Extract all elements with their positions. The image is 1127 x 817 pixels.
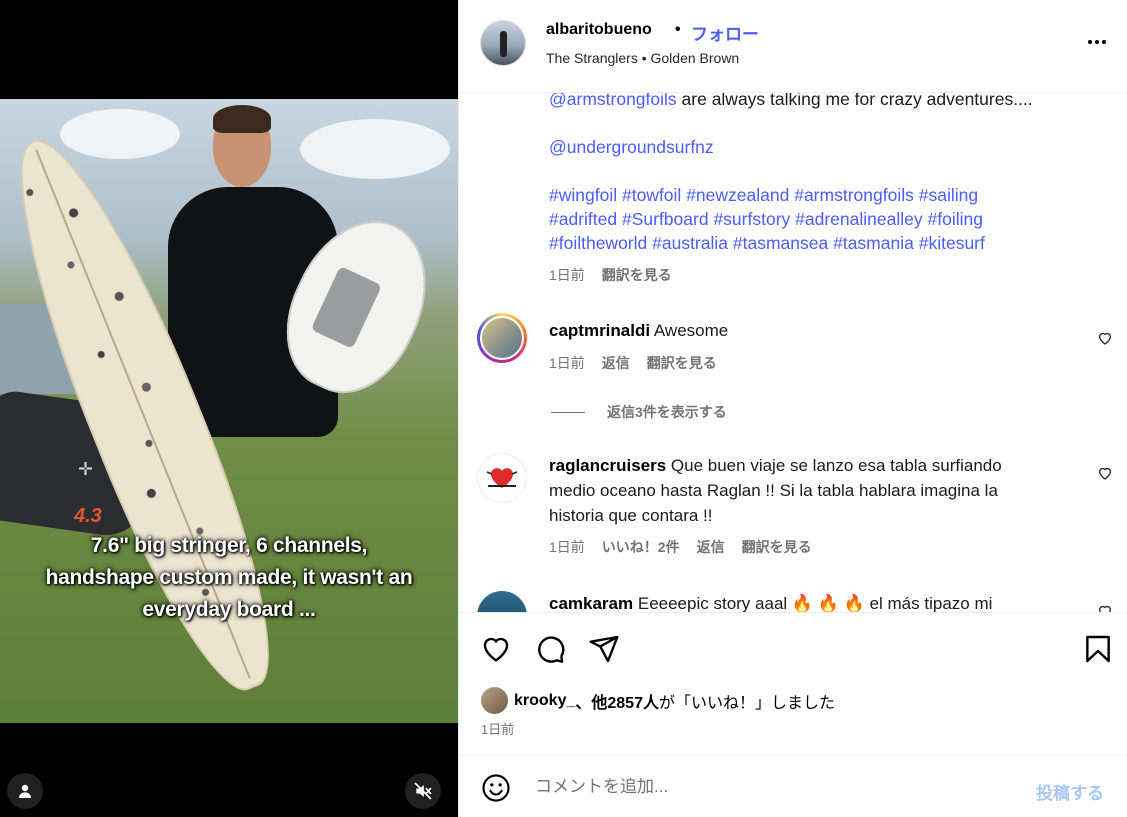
video-caption-line: everyday board ... — [142, 598, 316, 621]
commenter-photo — [480, 316, 524, 360]
comment-username[interactable]: raglancruisers — [549, 456, 666, 475]
person-hair — [213, 105, 271, 133]
deck-pad — [310, 265, 382, 349]
mention-link[interactable]: @undergroundsurfnz — [549, 137, 714, 157]
caption-meta: 1日前 翻訳を見る — [549, 263, 1069, 287]
view-replies-button[interactable]: 返信3件を表示する — [551, 402, 727, 422]
hashtag-link[interactable]: #armstrongfoils — [794, 185, 914, 205]
speaker-muted-icon — [414, 782, 432, 800]
more-dot — [1095, 40, 1099, 44]
commenter-avatar[interactable] — [477, 313, 527, 363]
post-photo[interactable]: ✛ 4.3 — [0, 99, 458, 723]
translate-link[interactable]: 翻訳を見る — [602, 267, 672, 283]
comment-username[interactable]: captmrinaldi — [549, 321, 650, 340]
liker-username[interactable]: krooky_ — [514, 692, 575, 710]
likes-summary[interactable]: krooky_ 、他2857人 が「いいね！」しました — [481, 687, 835, 714]
comment-username[interactable]: camkaram — [549, 594, 633, 612]
translate-link[interactable]: 翻訳を見る — [647, 355, 717, 371]
post-comment-button[interactable]: 投稿する — [1036, 779, 1104, 804]
post-actions: krooky_ 、他2857人 が「いいね！」しました 1日前 — [459, 612, 1127, 755]
hashtag-link[interactable]: #surfstory — [713, 209, 790, 229]
commenter-avatar[interactable] — [477, 453, 527, 503]
video-caption: 7.6" big stringer, 6 channels, handshape… — [20, 530, 438, 626]
caption-text: are always talking me for crazy adventur… — [676, 93, 1033, 109]
audio-track[interactable]: The Stranglers • Golden Brown — [546, 50, 739, 66]
replies-divider — [551, 411, 585, 413]
likes-suffix: が「いいね！」しました — [658, 694, 835, 712]
media-pane: ✛ 4.3 7.6" big stringer, 6 channels, han… — [0, 0, 458, 817]
hashtag-link[interactable]: #adrenalinealley — [795, 209, 922, 229]
more-horizontal-icon — [1088, 40, 1092, 44]
bookmark-icon[interactable] — [1082, 633, 1114, 665]
heart-icon[interactable] — [480, 633, 512, 665]
cloud — [60, 109, 180, 159]
comment-composer: 投稿する — [459, 755, 1127, 817]
cloud — [300, 119, 450, 179]
reply-button[interactable]: 返信 — [697, 539, 725, 555]
comment-likes[interactable]: いいね！2件 — [602, 539, 680, 555]
hashtags: #wingfoil #towfoil #newzealand #armstron… — [549, 183, 1069, 255]
translate-link[interactable]: 翻訳を見る — [742, 539, 812, 555]
hashtag-link[interactable]: #newzealand — [686, 185, 789, 205]
hashtag-link[interactable]: #Surfboard — [622, 209, 709, 229]
tagged-users-button[interactable] — [7, 773, 43, 809]
author-avatar[interactable] — [480, 20, 526, 66]
kite-size-label: 4.3 — [74, 505, 102, 527]
caption-time[interactable]: 1日前 — [549, 267, 585, 283]
hashtag-link[interactable]: #tasmansea — [733, 233, 828, 253]
comment-time[interactable]: 1日前 — [549, 355, 585, 371]
mute-button[interactable] — [405, 773, 441, 809]
comment-input[interactable] — [535, 774, 1015, 800]
hashtag-link[interactable]: #kitesurf — [919, 233, 985, 253]
header-separator: • — [675, 21, 681, 38]
comments-scroll[interactable]: @armstrongfoils are always talking me fo… — [459, 93, 1127, 612]
hashtag-link[interactable]: #australia — [652, 233, 728, 253]
heart-icon[interactable] — [1097, 465, 1113, 481]
hashtag-link[interactable]: #foiling — [928, 209, 983, 229]
comment-body: camkaram Eeeeepic story aaal 🔥 🔥 🔥 el má… — [549, 591, 1049, 612]
post-header: albaritobueno • フォロー The Stranglers • Go… — [459, 0, 1127, 93]
post-side-pane: albaritobueno • フォロー The Stranglers • Go… — [458, 0, 1127, 817]
hashtag-link[interactable]: #foiltheworld — [549, 233, 647, 253]
more-dot — [1102, 40, 1106, 44]
person-icon — [19, 784, 31, 798]
comment-time[interactable]: 1日前 — [549, 539, 585, 555]
reply-button[interactable]: 返信 — [602, 355, 630, 371]
hashtag-link[interactable]: #adrifted — [549, 209, 617, 229]
hashtag-link[interactable]: #wingfoil — [549, 185, 617, 205]
author-username[interactable]: albaritobueno — [546, 21, 652, 39]
follow-button[interactable]: フォロー — [691, 20, 759, 45]
comment-meta: 1日前 いいね！2件 返信 翻訳を見る — [549, 537, 829, 557]
heart-logo-icon — [486, 468, 518, 488]
comment-body: captmrinaldi Awesome — [549, 318, 1049, 343]
post-modal: ✛ 4.3 7.6" big stringer, 6 channels, han… — [0, 0, 1127, 817]
comment-body: raglancruisers Que buen viaje se lanzo e… — [549, 453, 1049, 528]
send-icon[interactable] — [588, 633, 620, 665]
heart-icon[interactable] — [1097, 330, 1113, 346]
smiley-icon[interactable] — [481, 773, 511, 803]
hashtag-link[interactable]: #sailing — [919, 185, 978, 205]
caption-line: @undergroundsurfnz — [549, 135, 1069, 159]
video-caption-line: handshape custom made, it wasn't an — [45, 566, 413, 589]
heart-icon[interactable] — [1097, 603, 1113, 612]
post-caption: @armstrongfoils are always talking me fo… — [549, 93, 1069, 287]
video-caption-line: 7.6" big stringer, 6 channels, — [90, 534, 368, 557]
comment-text: Eeeeepic story aaal 🔥 🔥 🔥 el más tipazo … — [637, 594, 993, 612]
post-timestamp[interactable]: 1日前 — [481, 719, 514, 738]
caption-line: @armstrongfoils are always talking me fo… — [549, 93, 1069, 111]
hashtag-link[interactable]: #tasmania — [833, 233, 914, 253]
mention-link[interactable]: @armstrongfoils — [549, 93, 677, 109]
commenter-avatar[interactable] — [477, 591, 527, 612]
comment-icon[interactable] — [534, 633, 566, 665]
comment-meta: 1日前 返信 翻訳を見る — [549, 353, 734, 373]
comment-text: Awesome — [653, 321, 729, 340]
hashtag-link[interactable]: #towfoil — [622, 185, 681, 205]
likes-count[interactable]: 、他2857人 — [575, 689, 659, 713]
liker-avatar[interactable] — [481, 687, 508, 714]
more-options-button[interactable] — [1083, 32, 1111, 52]
view-replies-label: 返信3件を表示する — [607, 404, 727, 420]
kite-logo: ✛ — [78, 459, 94, 479]
